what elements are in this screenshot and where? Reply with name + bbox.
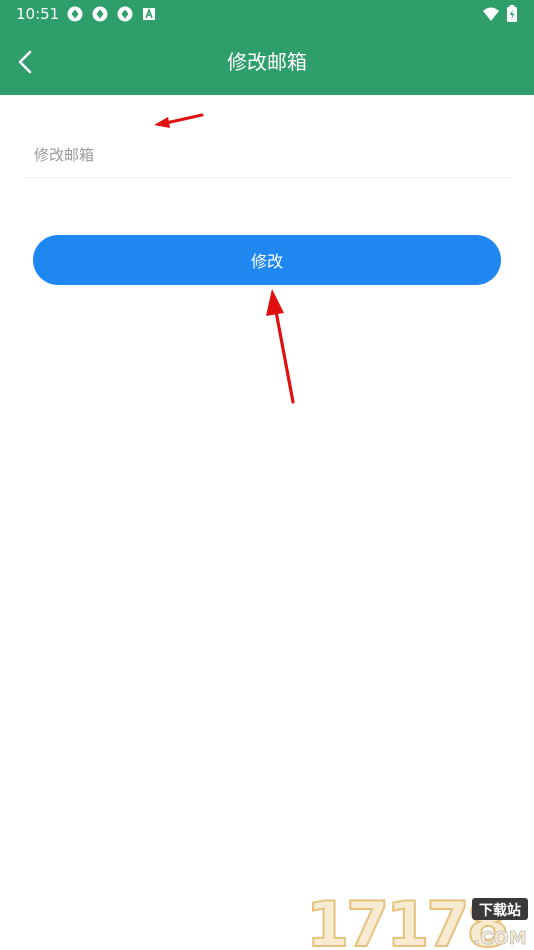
sync-icon [91,5,109,23]
app-bar: 修改邮箱 [0,28,534,95]
screen: 10:51 修改邮箱 修改邮箱 修改 17178 下载站 .COM [0,0,534,950]
watermark-logo: 17178 下载站 .COM [305,892,528,950]
submit-button[interactable]: 修改 [33,235,501,285]
status-bar: 10:51 [0,0,534,28]
battery-icon [506,5,518,23]
annotation-arrow [154,113,204,128]
svg-text:17178: 17178 [306,892,507,950]
sync-icon [116,5,134,23]
svg-text:.COM: .COM [473,928,526,949]
sync-icon [66,5,84,23]
status-time: 10:51 [16,5,60,23]
svg-text:下载站: 下载站 [479,902,521,919]
email-field[interactable] [24,132,512,178]
wifi-icon [482,5,500,23]
a-badge-icon [142,7,156,21]
annotation-arrow [266,289,295,404]
page-title: 修改邮箱 [227,50,307,74]
top-bar: 10:51 修改邮箱 [0,0,534,95]
